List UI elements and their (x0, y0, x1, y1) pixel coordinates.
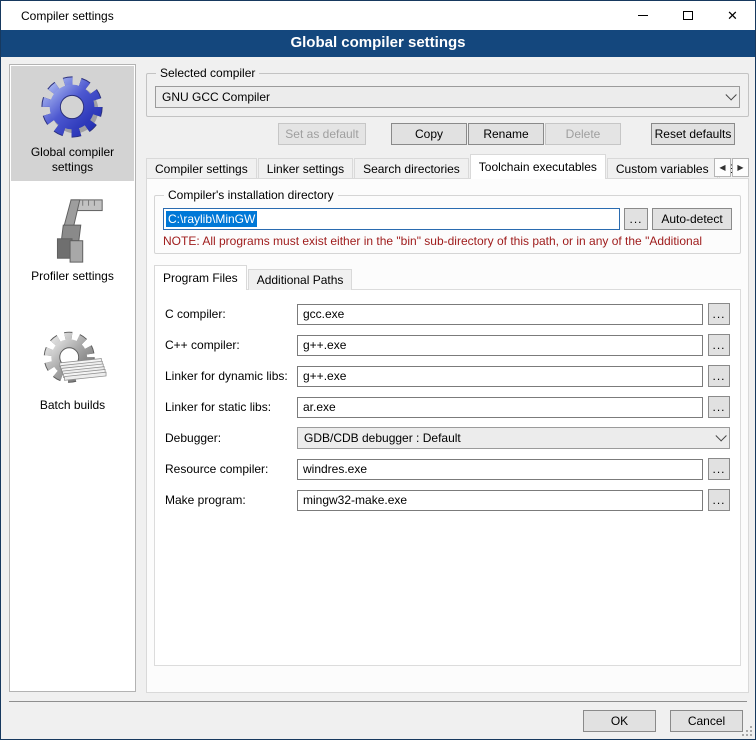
resource-compiler-label: Resource compiler: (165, 462, 297, 476)
program-files-tab-strip: Program Files Additional Paths (154, 265, 741, 290)
subtab-additional-paths[interactable]: Additional Paths (248, 269, 353, 290)
c-compiler-browse-button[interactable]: ... (708, 303, 730, 325)
minimize-button[interactable] (620, 1, 665, 30)
chevron-down-icon (725, 89, 736, 100)
installation-directory-input[interactable]: C:\raylib\MinGW (163, 208, 620, 230)
bin-subdirectory-note: NOTE: All programs must exist either in … (163, 234, 732, 248)
sidebar-item-label: Global compiler settings (11, 143, 134, 181)
footer-separator (9, 701, 747, 702)
main-panel: Selected compiler GNU GCC Compiler Set a… (146, 63, 749, 693)
cpp-compiler-row: C++ compiler: ... (165, 334, 730, 356)
dynamic-linker-browse-button[interactable]: ... (708, 365, 730, 387)
resource-compiler-input[interactable] (297, 459, 703, 480)
compiler-select-value: GNU GCC Compiler (162, 90, 725, 104)
tab-scroll-left-button[interactable]: ◀ (714, 158, 731, 177)
program-files-page: C compiler: ... C++ compiler: ... Linker… (154, 289, 741, 666)
tab-linker-settings[interactable]: Linker settings (258, 158, 353, 179)
tab-search-directories[interactable]: Search directories (354, 158, 469, 179)
sidebar-item-profiler-settings[interactable]: Profiler settings (10, 195, 135, 290)
auto-detect-button[interactable]: Auto-detect (652, 208, 732, 230)
tab-compiler-settings[interactable]: Compiler settings (146, 158, 257, 179)
close-button[interactable]: ✕ (710, 1, 755, 30)
cpp-compiler-browse-button[interactable]: ... (708, 334, 730, 356)
browse-directory-button[interactable]: ... (624, 208, 648, 230)
resource-compiler-browse-button[interactable]: ... (708, 458, 730, 480)
make-program-input[interactable] (297, 490, 703, 511)
rename-button[interactable]: Rename (468, 123, 544, 145)
debugger-select-value: GDB/CDB debugger : Default (304, 431, 715, 445)
debugger-select[interactable]: GDB/CDB debugger : Default (297, 427, 730, 449)
tab-custom-variables[interactable]: Custom variables (607, 158, 718, 179)
reset-defaults-button[interactable]: Reset defaults (651, 123, 735, 145)
close-icon: ✕ (727, 9, 738, 22)
installation-directory-row: C:\raylib\MinGW ... Auto-detect (163, 208, 732, 230)
cpp-compiler-input[interactable] (297, 335, 703, 356)
maximize-button[interactable] (665, 1, 710, 30)
caliper-icon (38, 195, 108, 267)
dialog-footer: OK Cancel (583, 710, 743, 732)
tab-toolchain-executables[interactable]: Toolchain executables (470, 154, 606, 179)
resource-compiler-row: Resource compiler: ... (165, 458, 730, 480)
blue-gear-icon (38, 71, 108, 143)
page-title: Global compiler settings (1, 30, 755, 57)
toolchain-executables-page: Compiler's installation directory C:\ray… (146, 178, 749, 693)
delete-button[interactable]: Delete (545, 123, 621, 145)
c-compiler-input[interactable] (297, 304, 703, 325)
installation-directory-group: Compiler's installation directory C:\ray… (154, 195, 741, 254)
minimize-icon (638, 15, 648, 16)
compiler-settings-window: Compiler settings ✕ Global compiler sett… (0, 0, 756, 740)
subtab-program-files[interactable]: Program Files (154, 265, 247, 290)
tab-scroll-arrows: ◀ ▶ (713, 158, 749, 177)
static-linker-input[interactable] (297, 397, 703, 418)
gray-gear-stack-icon (39, 326, 107, 396)
cpp-compiler-label: C++ compiler: (165, 338, 297, 352)
copy-button[interactable]: Copy (391, 123, 467, 145)
c-compiler-row: C compiler: ... (165, 303, 730, 325)
chevron-down-icon (715, 430, 726, 441)
sidebar-item-label: Batch builds (10, 396, 135, 419)
static-linker-row: Linker for static libs: ... (165, 396, 730, 418)
debugger-row: Debugger: GDB/CDB debugger : Default (165, 427, 730, 449)
dynamic-linker-input[interactable] (297, 366, 703, 387)
sidebar-item-label: Profiler settings (10, 267, 135, 290)
installation-directory-selected-text: C:\raylib\MinGW (166, 211, 257, 227)
compiler-actions-row: Set as default Copy Rename Delete Reset … (146, 123, 749, 145)
maximize-icon (683, 11, 693, 20)
cancel-button[interactable]: Cancel (670, 710, 743, 732)
static-linker-browse-button[interactable]: ... (708, 396, 730, 418)
static-linker-label: Linker for static libs: (165, 400, 297, 414)
tab-scroll-right-button[interactable]: ▶ (732, 158, 749, 177)
set-as-default-button[interactable]: Set as default (278, 123, 366, 145)
installation-directory-group-label: Compiler's installation directory (164, 188, 338, 202)
dynamic-linker-row: Linker for dynamic libs: ... (165, 365, 730, 387)
c-compiler-label: C compiler: (165, 307, 297, 321)
make-program-row: Make program: ... (165, 489, 730, 511)
sidebar-item-batch-builds[interactable]: Batch builds (10, 326, 135, 419)
sidebar-item-global-compiler-settings[interactable]: Global compiler settings (11, 66, 134, 181)
settings-category-sidebar: Global compiler settings Profiler settin… (9, 64, 136, 692)
debugger-label: Debugger: (165, 431, 297, 445)
selected-compiler-group-label: Selected compiler (156, 66, 259, 80)
settings-tab-strip: Compiler settings Linker settings Search… (146, 154, 749, 179)
compiler-select[interactable]: GNU GCC Compiler (155, 86, 740, 108)
selected-compiler-group: Selected compiler GNU GCC Compiler (146, 73, 749, 117)
title-bar: Compiler settings ✕ (1, 1, 755, 30)
make-program-browse-button[interactable]: ... (708, 489, 730, 511)
window-title: Compiler settings (1, 9, 620, 23)
ok-button[interactable]: OK (583, 710, 656, 732)
dynamic-linker-label: Linker for dynamic libs: (165, 369, 297, 383)
make-program-label: Make program: (165, 493, 297, 507)
resize-grip[interactable] (742, 726, 752, 736)
